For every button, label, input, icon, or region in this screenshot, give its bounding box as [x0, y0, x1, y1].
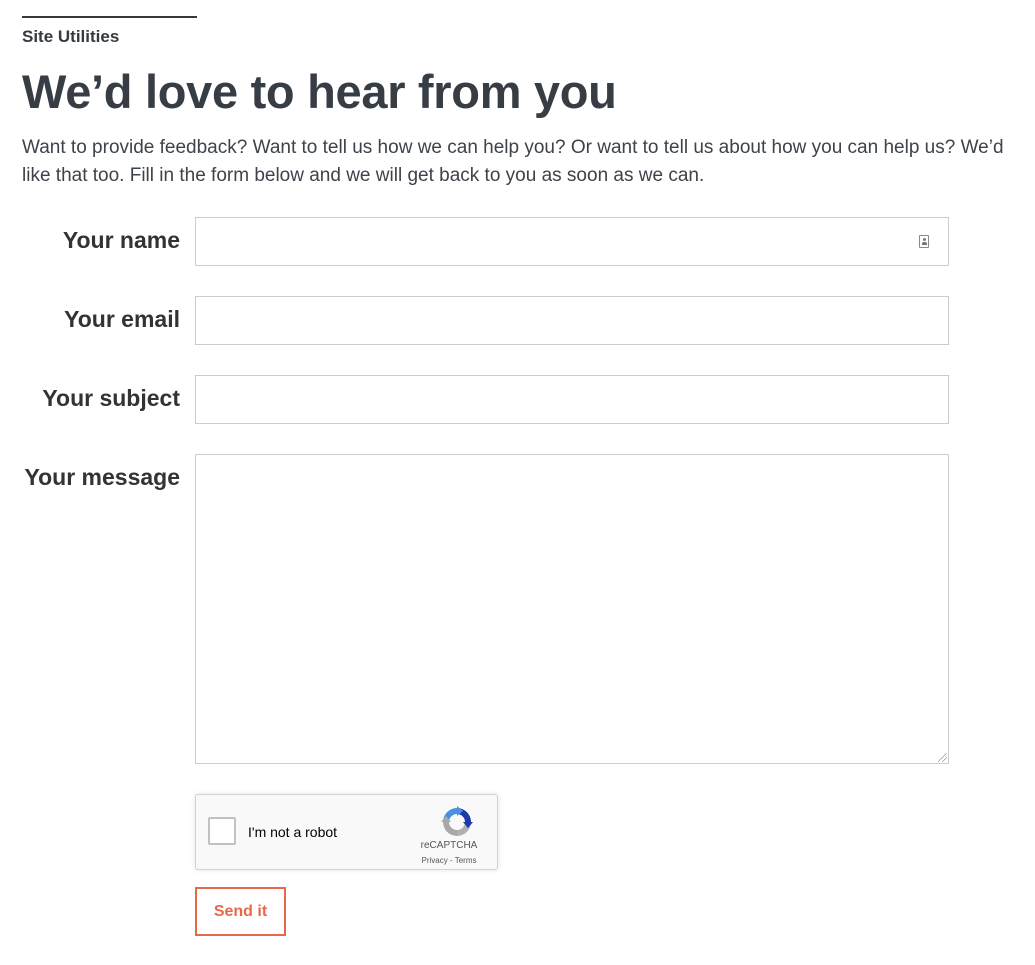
name-input[interactable] — [195, 217, 949, 266]
recaptcha-checkbox[interactable] — [208, 817, 236, 845]
section-eyebrow: Site Utilities — [22, 27, 120, 46]
recaptcha-link-separator: - — [447, 856, 455, 865]
recaptcha-links: Privacy - Terms — [409, 856, 489, 866]
recaptcha-privacy-link[interactable]: Privacy — [422, 856, 448, 865]
eyebrow-rule — [22, 16, 197, 18]
email-input[interactable] — [195, 296, 949, 345]
contact-card-icon[interactable] — [919, 235, 929, 248]
send-button[interactable]: Send it — [195, 887, 286, 936]
page-title: We’d love to hear from you — [22, 65, 617, 118]
recaptcha-terms-link[interactable]: Terms — [455, 856, 477, 865]
recaptcha-brand: reCAPTCHA — [420, 840, 478, 851]
recaptcha-widget: I'm not a robot reCAPTCHA Privacy - Term… — [195, 794, 498, 870]
name-label: Your name — [62, 227, 180, 253]
recaptcha-logo-icon — [441, 806, 473, 836]
resize-handle[interactable] — [938, 753, 947, 762]
email-label: Your email — [64, 306, 180, 332]
subject-label: Your subject — [42, 385, 180, 411]
message-textarea[interactable] — [195, 454, 949, 764]
intro-text: Want to provide feedback? Want to tell u… — [22, 137, 1004, 186]
message-label: Your message — [24, 464, 180, 490]
recaptcha-label: I'm not a robot — [248, 824, 338, 840]
subject-input[interactable] — [195, 375, 949, 424]
